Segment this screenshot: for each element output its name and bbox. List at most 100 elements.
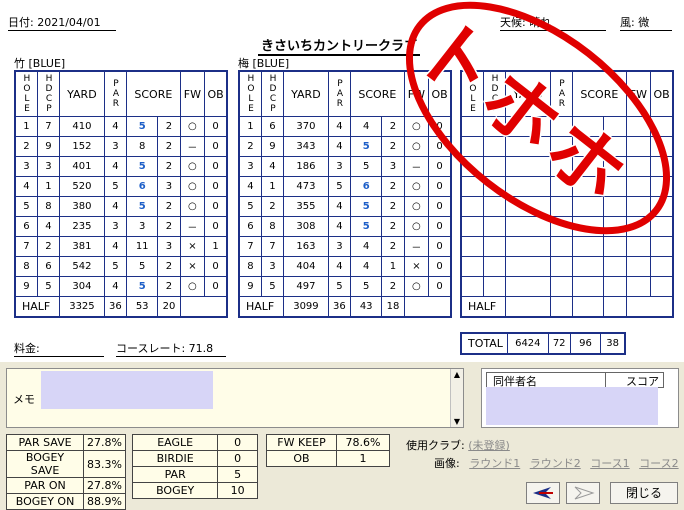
col-fw: FW: [625, 70, 652, 117]
hole-row: [460, 176, 674, 197]
col-yard: YARD: [505, 70, 551, 117]
hole-row: 5 2 355 4 5 2 ○ 0: [238, 196, 452, 217]
image-link-course1[interactable]: コース1: [590, 457, 629, 470]
hole-row: 8 3 404 4 4 1 × 0: [238, 256, 452, 277]
stat-label: EAGLE: [131, 434, 219, 451]
hole-fw: [625, 276, 652, 297]
hole-ob: 0: [204, 196, 228, 217]
club-link[interactable]: (未登録): [468, 439, 510, 452]
hole-putt: 2: [157, 276, 181, 297]
next-button[interactable]: [566, 482, 600, 504]
half-yard: 3325: [59, 296, 105, 318]
stat-label: BIRDIE: [131, 450, 219, 467]
hole-row: 3 3 401 4 5 2 ○ 0: [14, 156, 228, 177]
wind-label: 風: 微: [620, 14, 672, 31]
hole-hdcp: 7: [260, 236, 285, 257]
club-row: 使用クラブ: (未登録): [406, 437, 510, 453]
fee-label: 料金:: [14, 340, 104, 357]
stat-label: PAR: [131, 466, 219, 483]
hole-par: [549, 156, 574, 177]
hole-fw: [625, 156, 652, 177]
hole-score: [572, 136, 605, 157]
hole-par: [549, 236, 574, 257]
stat-value: 5: [217, 466, 258, 483]
hole-row: 7 2 381 4 11 3 × 1: [14, 236, 228, 257]
hole-ob: 0: [428, 236, 452, 257]
hole-hdcp: [482, 216, 507, 237]
scroll-up-icon[interactable]: ▲: [451, 370, 463, 379]
hole-number: [460, 216, 484, 237]
arrow-left-icon: [533, 487, 553, 499]
hole-row: 1 6 370 4 4 2 ○ 0: [238, 116, 452, 137]
hole-score: [572, 156, 605, 177]
half-par: 36: [103, 296, 128, 318]
col-hole: HOLE: [460, 70, 484, 117]
close-button[interactable]: 閉じる: [610, 482, 678, 504]
hole-ob: [650, 196, 674, 217]
hole-ob: [650, 136, 674, 157]
hole-yard: [505, 236, 551, 257]
course-name: きさいちカントリークラブ: [258, 35, 421, 56]
image-link-round2[interactable]: ラウンド2: [530, 457, 581, 470]
image-link-course2[interactable]: コース2: [639, 457, 678, 470]
stat-value: 78.6%: [336, 434, 390, 451]
hole-fw: ○: [179, 276, 206, 297]
date-label: 日付: 2021/04/01: [8, 14, 116, 31]
hole-number: 1: [14, 116, 38, 137]
image-link-round1[interactable]: ラウンド1: [469, 457, 520, 470]
hole-row: [460, 136, 674, 157]
hole-score: 5: [350, 276, 383, 297]
half-par: 36: [327, 296, 352, 318]
hole-ob: 0: [204, 276, 228, 297]
hole-yard: [505, 216, 551, 237]
hole-number: [460, 196, 484, 217]
hole-row: [460, 216, 674, 237]
companion-list[interactable]: 同伴者名 スコア: [481, 368, 679, 428]
stat-label: PAR ON: [5, 477, 85, 494]
hole-putt: [603, 156, 627, 177]
col-ob: OB: [650, 70, 674, 117]
hole-score: [572, 236, 605, 257]
hole-row: [460, 196, 674, 217]
companion-rows[interactable]: [486, 387, 658, 425]
hole-number: 3: [238, 156, 262, 177]
hole-par: 4: [327, 116, 352, 137]
hole-ob: [650, 176, 674, 197]
hole-hdcp: 2: [36, 236, 61, 257]
hole-putt: 2: [381, 236, 405, 257]
hole-score: 5: [350, 136, 383, 157]
stat-label: PAR SAVE: [5, 434, 85, 451]
hole-score: 5: [126, 256, 159, 277]
memo-scrollbar[interactable]: ▲ ▼: [450, 369, 463, 427]
hole-row: 7 7 163 3 4 2 － 0: [238, 236, 452, 257]
hole-score: 6: [350, 176, 383, 197]
hole-putt: [603, 196, 627, 217]
hole-ob: [650, 216, 674, 237]
hole-yard: 355: [283, 196, 329, 217]
hole-putt: 2: [157, 196, 181, 217]
stat-value: 0: [217, 450, 258, 467]
hole-score: 4: [350, 236, 383, 257]
scroll-down-icon[interactable]: ▼: [451, 417, 463, 426]
hole-hdcp: 9: [260, 136, 285, 157]
stat-row: OB 1: [265, 450, 390, 467]
hole-fw: [625, 236, 652, 257]
hole-par: 5: [103, 176, 128, 197]
hole-fw: ○: [403, 116, 430, 137]
memo-input[interactable]: [41, 371, 213, 409]
col-hdcp: HDCP: [260, 70, 285, 117]
stat-row: PAR ON 27.8%: [5, 477, 126, 494]
right-course-label: 梅 [BLUE]: [238, 57, 290, 70]
hole-hdcp: 5: [36, 276, 61, 297]
hole-number: 8: [238, 256, 262, 277]
hole-putt: 2: [157, 116, 181, 137]
hole-fw: [625, 136, 652, 157]
hole-yard: 152: [59, 136, 105, 157]
hole-par: 3: [103, 136, 128, 157]
hole-ob: 0: [204, 116, 228, 137]
hole-hdcp: [482, 236, 507, 257]
prev-button[interactable]: [526, 482, 560, 504]
stat-row: PAR 5: [131, 466, 258, 483]
hole-hdcp: 4: [36, 216, 61, 237]
hole-ob: 0: [428, 116, 452, 137]
